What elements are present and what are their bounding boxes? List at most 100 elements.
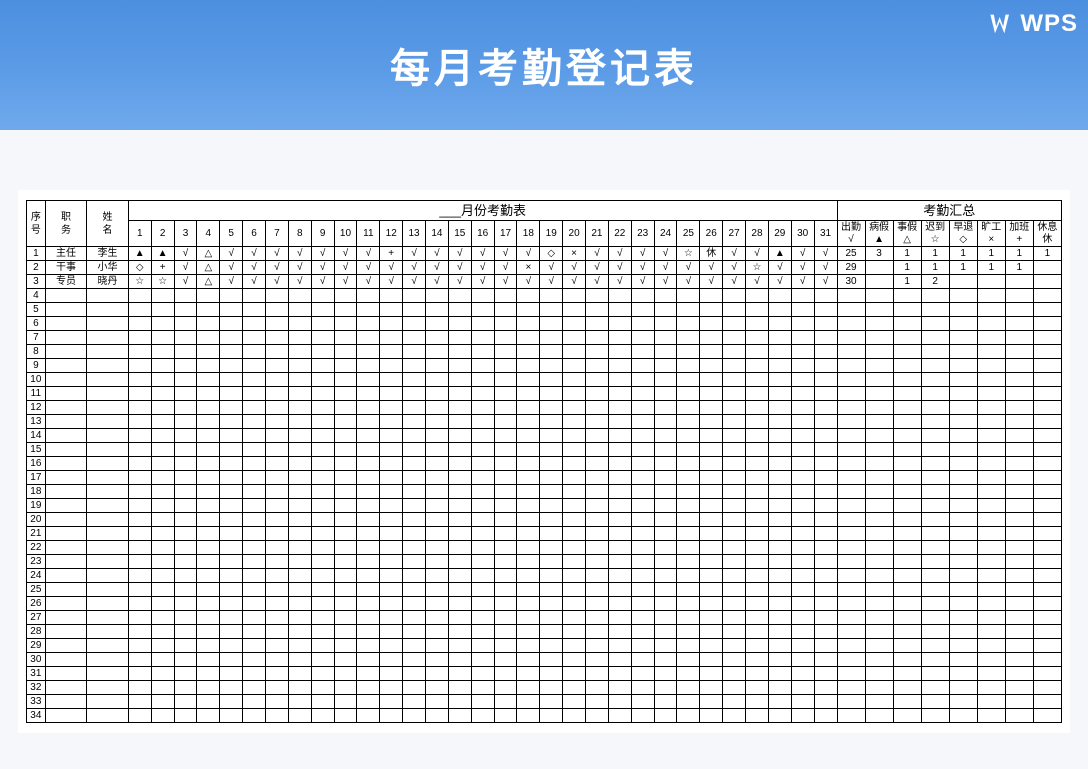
cell-day — [791, 681, 814, 695]
cell-summary — [865, 681, 893, 695]
cell-day — [357, 471, 380, 485]
cell-day: √ — [631, 247, 654, 261]
cell-day — [586, 359, 609, 373]
cell-summary — [949, 289, 977, 303]
cell-day — [220, 359, 243, 373]
cell-day — [517, 555, 540, 569]
cell-name — [87, 471, 129, 485]
cell-day — [814, 541, 837, 555]
cell-day — [357, 303, 380, 317]
cell-day: √ — [586, 247, 609, 261]
cell-day — [128, 569, 151, 583]
cell-summary — [1033, 303, 1061, 317]
cell-summary — [893, 527, 921, 541]
cell-summary — [893, 499, 921, 513]
cell-summary — [1033, 639, 1061, 653]
cell-summary — [977, 373, 1005, 387]
cell-day: √ — [448, 275, 471, 289]
cell-day — [220, 429, 243, 443]
cell-day — [174, 289, 197, 303]
cell-day — [586, 667, 609, 681]
cell-summary — [1033, 513, 1061, 527]
cell-day — [791, 499, 814, 513]
cell-day — [608, 303, 631, 317]
cell-seq: 30 — [27, 653, 46, 667]
cell-day — [243, 569, 266, 583]
cell-day — [151, 331, 174, 345]
cell-summary — [1033, 261, 1061, 275]
cell-day — [494, 667, 517, 681]
cell-day — [791, 485, 814, 499]
cell-summary — [1005, 471, 1033, 485]
cell-summary — [837, 667, 865, 681]
table-row: 32 — [27, 681, 1062, 695]
cell-day — [586, 499, 609, 513]
cell-day — [311, 695, 334, 709]
cell-day — [197, 401, 220, 415]
cell-summary — [893, 373, 921, 387]
cell-seq: 19 — [27, 499, 46, 513]
cell-day — [677, 541, 700, 555]
cell-day — [448, 401, 471, 415]
cell-day — [128, 373, 151, 387]
cell-seq: 20 — [27, 513, 46, 527]
cell-summary — [921, 485, 949, 499]
cell-day — [380, 597, 403, 611]
cell-day — [814, 429, 837, 443]
cell-day — [677, 513, 700, 527]
cell-day — [380, 345, 403, 359]
cell-summary — [1033, 415, 1061, 429]
cell-day — [403, 485, 426, 499]
cell-day — [243, 499, 266, 513]
cell-role — [45, 639, 87, 653]
cell-summary — [1005, 639, 1033, 653]
table-row: 25 — [27, 583, 1062, 597]
cell-day — [288, 457, 311, 471]
cell-day — [448, 471, 471, 485]
cell-day — [791, 709, 814, 723]
cell-day — [448, 709, 471, 723]
cell-day — [311, 443, 334, 457]
cell-summary — [865, 457, 893, 471]
cell-day: + — [380, 247, 403, 261]
cell-summary — [949, 471, 977, 485]
cell-summary: 1 — [893, 247, 921, 261]
cell-day — [700, 583, 723, 597]
cell-day: √ — [608, 275, 631, 289]
cell-day — [471, 289, 494, 303]
cell-day — [243, 401, 266, 415]
cell-summary — [1005, 387, 1033, 401]
cell-day — [746, 639, 769, 653]
cell-day — [128, 457, 151, 471]
cell-day — [631, 611, 654, 625]
cell-day — [586, 345, 609, 359]
cell-day — [677, 485, 700, 499]
cell-summary — [865, 415, 893, 429]
cell-day — [288, 667, 311, 681]
table-row: 20 — [27, 513, 1062, 527]
cell-day — [517, 639, 540, 653]
cell-day: √ — [814, 261, 837, 275]
header-day-17: 17 — [494, 221, 517, 247]
header-day-24: 24 — [654, 221, 677, 247]
cell-day — [563, 541, 586, 555]
cell-summary — [977, 485, 1005, 499]
header-summary-0: 出勤√ — [837, 221, 865, 247]
cell-day — [677, 625, 700, 639]
cell-day — [746, 415, 769, 429]
cell-summary — [1005, 555, 1033, 569]
cell-day — [563, 443, 586, 457]
cell-day — [471, 653, 494, 667]
cell-role: 干事 — [45, 261, 87, 275]
cell-day — [426, 513, 449, 527]
cell-summary: 30 — [837, 275, 865, 289]
cell-day — [586, 401, 609, 415]
cell-summary — [949, 317, 977, 331]
cell-day — [151, 569, 174, 583]
cell-summary — [865, 513, 893, 527]
cell-day — [448, 527, 471, 541]
cell-day — [288, 429, 311, 443]
cell-name: 晓丹 — [87, 275, 129, 289]
cell-summary — [949, 639, 977, 653]
cell-summary — [865, 611, 893, 625]
